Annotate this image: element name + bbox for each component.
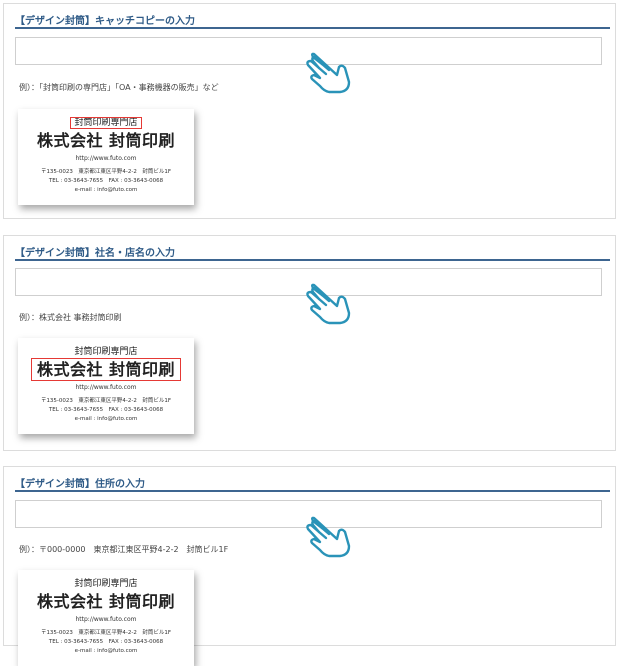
card-shop-line: 封筒印刷専門店 [18, 578, 194, 590]
pointing-hand-icon [306, 516, 351, 558]
card-address: 〒135-0023 東京都江東区平野4-2-2 封筒ビル1F [40, 398, 172, 404]
catchcopy-section: 【デザイン封筒】キャッチコピーの入力 例）：「封筒印刷の専門店」「OA・事務機器… [3, 3, 616, 219]
card-shop-text: 封筒印刷専門店 [74, 579, 138, 589]
card-email: e-mail : info@futo.com [74, 416, 138, 422]
card-company-line: 株式会社 封筒印刷 [18, 358, 194, 381]
business-card-preview: 封筒印刷専門店 株式会社 封筒印刷 http://www.futo.com 〒1… [18, 570, 194, 666]
card-email: e-mail : info@futo.com [74, 187, 138, 193]
company-name-section: 【デザイン封筒】社名・店名の入力 例）：株式会社 事務封筒印刷 封筒印刷専門店 … [3, 235, 616, 451]
pointing-hand-icon [306, 283, 351, 325]
pointing-hand-icon [306, 52, 351, 94]
card-company-text: 株式会社 封筒印刷 [36, 592, 176, 611]
example-text: 例）：〒000-0000 東京都江東区平野4-2-2 封筒ビル1F [19, 545, 229, 554]
section-title: 【デザイン封筒】住所の入力 [15, 479, 145, 490]
section-divider [15, 490, 610, 492]
card-url: http://www.futo.com [75, 155, 137, 162]
section-divider [15, 259, 610, 261]
card-address: 〒135-0023 東京都江東区平野4-2-2 封筒ビル1F [40, 630, 172, 636]
card-company-line: 株式会社 封筒印刷 [18, 131, 194, 151]
example-text: 例）：「封筒印刷の専門店」「OA・事務機器の販売」など [19, 83, 219, 92]
card-company-line: 株式会社 封筒印刷 [18, 592, 194, 612]
section-title: 【デザイン封筒】社名・店名の入力 [15, 248, 175, 259]
business-card-preview: 封筒印刷専門店 株式会社 封筒印刷 http://www.futo.com 〒1… [18, 338, 194, 434]
card-company-text: 株式会社 封筒印刷 [36, 131, 176, 150]
card-address: 〒135-0023 東京都江東区平野4-2-2 封筒ビル1F [40, 169, 172, 175]
card-company-text: 株式会社 封筒印刷 [30, 358, 182, 381]
card-tel-fax: TEL : 03-3643-7655 FAX : 03-3643-0068 [48, 178, 164, 184]
section-divider [15, 27, 610, 29]
section-title: 【デザイン封筒】キャッチコピーの入力 [15, 16, 195, 27]
address-section: 【デザイン封筒】住所の入力 例）：〒000-0000 東京都江東区平野4-2-2… [3, 466, 616, 666]
card-email: e-mail : info@futo.com [74, 648, 138, 654]
card-tel-fax: TEL : 03-3643-7655 FAX : 03-3643-0068 [48, 407, 164, 413]
card-shop-line: 封筒印刷専門店 [18, 117, 194, 129]
business-card-preview: 封筒印刷専門店 株式会社 封筒印刷 http://www.futo.com 〒1… [18, 109, 194, 205]
card-shop-text: 封筒印刷専門店 [74, 347, 138, 357]
card-shop-line: 封筒印刷専門店 [18, 346, 194, 358]
card-shop-text: 封筒印刷専門店 [70, 117, 142, 129]
card-tel-fax: TEL : 03-3643-7655 FAX : 03-3643-0068 [48, 639, 164, 645]
example-text: 例）：株式会社 事務封筒印刷 [19, 313, 122, 322]
card-url: http://www.futo.com [75, 384, 137, 391]
